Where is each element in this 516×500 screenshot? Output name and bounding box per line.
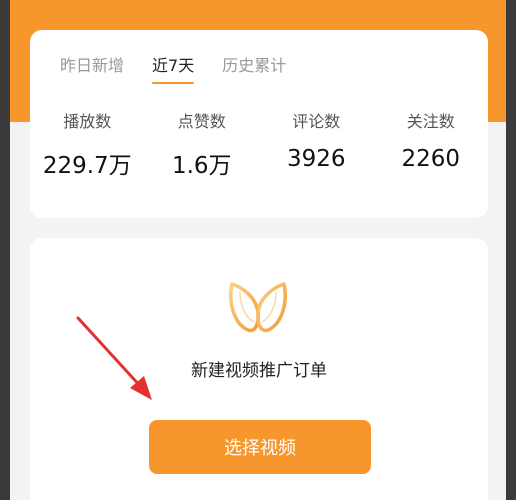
metric-comments: 评论数 3926	[259, 108, 374, 180]
metric-value: 229.7万	[42, 153, 132, 179]
select-video-button[interactable]: 选择视频	[149, 420, 371, 474]
butterfly-logo-icon	[229, 282, 287, 333]
tab-cumulative[interactable]: 历史累计	[222, 52, 286, 84]
metric-likes: 点赞数 1.6万	[145, 108, 260, 180]
tab-yesterday[interactable]: 昨日新增	[60, 52, 124, 84]
metric-follows: 关注数 2260	[374, 108, 489, 180]
metric-value: 2260	[401, 146, 461, 172]
metric-label: 关注数	[406, 112, 455, 131]
annotation-arrow-icon	[76, 316, 152, 400]
metric-label: 点赞数	[177, 112, 226, 131]
period-tabs: 昨日新增 近7天 历史累计	[60, 52, 286, 84]
stats-card: 昨日新增 近7天 历史累计 播放数 229.7万 点赞数 1.6万 评论数 39…	[30, 30, 488, 218]
phone-screen: 昨日新增 近7天 历史累计 播放数 229.7万 点赞数 1.6万 评论数 39…	[10, 0, 506, 500]
metric-value: 3926	[286, 146, 346, 172]
metric-label: 评论数	[292, 112, 341, 131]
metric-label: 播放数	[63, 112, 112, 131]
metric-value: 1.6万	[171, 153, 232, 179]
tab-last-7-days[interactable]: 近7天	[152, 52, 195, 84]
metric-plays: 播放数 229.7万	[30, 108, 145, 180]
metrics-row: 播放数 229.7万 点赞数 1.6万 评论数 3926 关注数 2260	[30, 108, 488, 180]
